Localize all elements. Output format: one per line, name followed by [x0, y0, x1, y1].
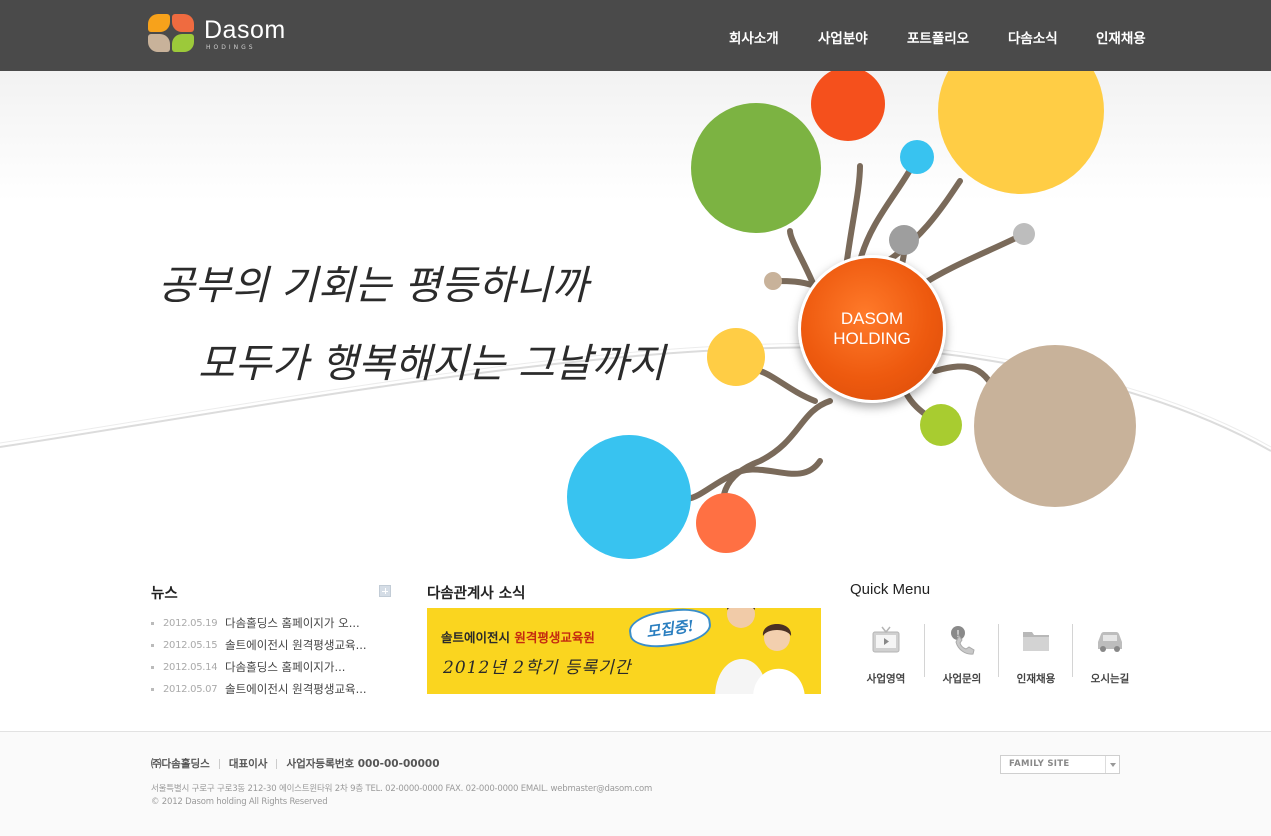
news-item-title[interactable]: 솔트에이전시 원격평생교육...: [225, 637, 390, 653]
folder-icon: [1023, 632, 1049, 651]
quick-menu-label: 사업문의: [942, 673, 982, 685]
news-date: 2012.05.14: [163, 661, 218, 673]
news-more-plus-icon[interactable]: [379, 585, 391, 597]
quick-menu-label: 사업영역: [866, 673, 906, 685]
quick-menu-directions[interactable]: 오시는길: [1073, 622, 1147, 692]
banner-subline: 2012년 2학기 등록기간: [443, 658, 632, 678]
news-item-title[interactable]: 다솜홀딩스 홈페이지가...: [225, 659, 390, 675]
nav-item-news[interactable]: 다솜소식: [1008, 27, 1058, 47]
news-date: 2012.05.15: [163, 639, 218, 651]
footer-copyright: © 2012 Dasom holding All Rights Reserved: [151, 797, 328, 807]
main-nav: 회사소개 사업분야 포트폴리오 다솜소식 인재채용: [0, 27, 1271, 47]
news-title: 뉴스: [151, 586, 178, 602]
news-item[interactable]: 2012.05.15 솔트에이전시 원격평생교육...: [151, 634, 396, 656]
phone-icon: !: [951, 626, 975, 655]
hero-tree-graphic: [0, 71, 1271, 559]
quick-menu-inquiry[interactable]: ! 사업문의: [925, 622, 999, 692]
footer-company-info: ㈜다솜홀딩스 대표이사 사업자등록번호 000-00-00000: [151, 756, 440, 771]
bullet-icon: [151, 621, 154, 625]
tv-icon: [872, 626, 900, 653]
bullet-icon: [151, 665, 154, 669]
hero-slogan-line2: 모두가 행복해지는 그날까지: [198, 341, 666, 387]
news-list: 2012.05.19 다솜홀딩스 홈페이지가 오... 2012.05.15 솔…: [151, 612, 396, 700]
quick-menu-label: 인재채용: [1016, 673, 1056, 685]
quick-menu-business[interactable]: 사업영역: [849, 622, 923, 692]
header-bar: Dasom HODINGS 회사소개 사업분야 포트폴리오 다솜소식 인재채용: [0, 0, 1271, 71]
divider: [276, 758, 278, 769]
nav-item-portfolio[interactable]: 포트폴리오: [907, 27, 969, 47]
hero-hub-circle[interactable]: DASOM HOLDING: [798, 255, 946, 403]
bullet-icon: [151, 643, 154, 647]
nav-item-recruit[interactable]: 인재채용: [1096, 27, 1146, 47]
news-item[interactable]: 2012.05.14 다솜홀딩스 홈페이지가...: [151, 656, 396, 678]
quick-menu-recruit[interactable]: 인재채용: [999, 622, 1073, 692]
news-date: 2012.05.07: [163, 683, 218, 695]
affiliate-banner[interactable]: 솔트에이전시 원격평생교육원 2012년 2학기 등록기간 모집중!: [427, 608, 821, 694]
hub-label: DASOM HOLDING: [833, 309, 911, 348]
news-date: 2012.05.19: [163, 617, 218, 629]
nav-item-business[interactable]: 사업분야: [818, 27, 868, 47]
footer-ceo: 대표이사: [228, 758, 268, 770]
chevron-down-icon: [1105, 756, 1119, 773]
nav-item-company[interactable]: 회사소개: [729, 27, 779, 47]
bullet-icon: [151, 687, 154, 691]
affiliates-title: 다솜관계사 소식: [427, 586, 526, 602]
hero-slogan-line1: 공부의 기회는 평등하니까: [158, 263, 589, 309]
quick-menu-title: Quick Menu: [850, 581, 931, 598]
divider: [218, 758, 220, 769]
quick-menu-label: 오시는길: [1090, 673, 1130, 685]
hero-visual: 공부의 기회는 평등하니까 모두가 행복해지는 그날까지: [0, 71, 1271, 570]
banner-headline: 솔트에이전시 원격평생교육원: [441, 630, 595, 645]
footer-address: 서울특별시 구로구 구로3동 212-30 에이스트윈타워 2차 9층 TEL.…: [151, 784, 653, 794]
footer-biz-no: 사업자등록번호 000-00-00000: [286, 758, 440, 770]
car-icon: [1098, 632, 1122, 652]
footer-company: ㈜다솜홀딩스: [151, 758, 210, 770]
news-item-title[interactable]: 다솜홀딩스 홈페이지가 오...: [225, 615, 390, 631]
family-site-label: FAMILY SITE: [1009, 759, 1070, 769]
banner-highlight: 원격평생교육원: [514, 630, 595, 645]
news-item-title[interactable]: 솔트에이전시 원격평생교육...: [225, 681, 390, 697]
family-site-select[interactable]: FAMILY SITE: [1000, 755, 1120, 774]
news-item[interactable]: 2012.05.19 다솜홀딩스 홈페이지가 오...: [151, 612, 396, 634]
news-item[interactable]: 2012.05.07 솔트에이전시 원격평생교육...: [151, 678, 396, 700]
banner-people-image: [715, 608, 805, 694]
